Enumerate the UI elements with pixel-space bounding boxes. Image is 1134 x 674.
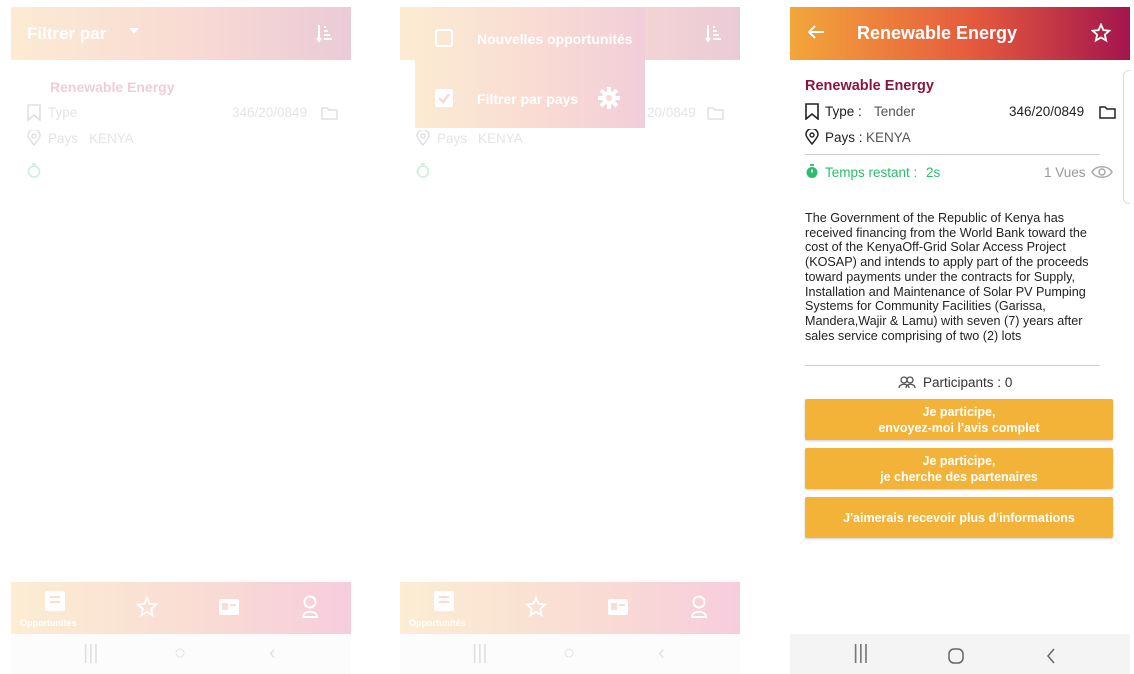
filter-by-dropdown[interactable]: Filtrer par [27,24,106,44]
opportunity-description: The Government of the Republic of Kenya … [805,211,1089,343]
home-icon[interactable]: ○ [174,642,186,665]
star-icon[interactable] [525,596,547,618]
menu-item-new-opportunities[interactable]: Nouvelles opportunités [477,31,633,47]
button-line: je cherche des partenaires [880,469,1038,484]
type-label: Type : [825,104,862,119]
type-label: Type [48,105,78,120]
nav-opportunities-label[interactable]: Opportunités [20,618,77,628]
participants-label: Participants : 0 [923,375,1013,390]
opportunity-title[interactable]: Renewable Energy [50,79,175,95]
location-pin-icon [805,129,819,145]
back-icon[interactable]: ‹ [658,642,665,665]
type-value: Tender [874,104,916,119]
more-information-button[interactable]: J'aimerais recevoir plus d'informations [805,497,1113,538]
reference-number-partial: 20/0849 [647,105,696,120]
checkbox-icon[interactable] [435,29,453,47]
profile-icon[interactable] [690,595,708,619]
opportunities-icon[interactable] [44,590,66,612]
bottom-navigation: Opportunités [400,582,740,634]
filter-menu: Nouvelles opportunités Filtrer par pays [415,7,645,128]
button-line: J'aimerais recevoir plus d'informations [843,510,1075,525]
divider [805,365,1100,366]
back-icon[interactable]: ‹ [269,642,276,665]
participate-send-notice-button[interactable]: Je participe, envoyez-moi l'avis complet [805,399,1113,440]
bottom-navigation: Opportunités [11,582,351,634]
timer-icon [27,163,41,178]
menu-item-filter-country[interactable]: Filtrer par pays [477,91,578,107]
participants-icon [898,376,916,389]
folder-icon[interactable] [1099,105,1116,119]
country-value: KENYA [866,130,911,145]
gear-icon[interactable] [597,86,621,110]
views-count: 1 Vues [1044,165,1086,180]
screen-opportunity-detail: Renewable Energy Renewable Energy Type :… [790,0,1130,674]
checkbox-checked-icon[interactable] [435,89,453,107]
back-icon[interactable] [1046,648,1056,664]
button-line: Je participe, [922,404,996,419]
id-card-icon[interactable] [607,598,629,616]
divider [805,154,1100,155]
app-bar: Filtrer par [11,7,351,60]
timer-icon [805,164,819,179]
sort-icon[interactable] [705,23,721,43]
recent-apps-icon[interactable]: ||| [472,642,488,665]
eye-icon [1091,165,1113,179]
country-label: Pays [437,131,468,146]
nav-opportunities-label[interactable]: Opportunités [409,618,466,628]
folder-icon[interactable] [321,106,338,120]
timer-icon [416,163,430,178]
participate-find-partners-button[interactable]: Je participe, je cherche des partenaires [805,448,1113,489]
button-line: Je participe, [922,453,996,468]
folder-icon[interactable] [707,106,724,120]
button-line: envoyez-moi l'avis complet [878,420,1040,435]
screen-list-filter: Filtrer par Renewable Energy Type 346/20… [11,0,351,674]
favorite-star-icon[interactable] [1091,23,1111,43]
location-pin-icon [27,130,41,146]
opportunities-icon[interactable] [433,590,455,612]
id-card-icon[interactable] [218,598,240,616]
home-icon[interactable] [948,648,964,664]
profile-icon[interactable] [301,595,319,619]
participants-count: 0 [1004,375,1013,390]
dropdown-arrow-icon[interactable] [129,27,139,35]
side-handle[interactable] [1123,70,1130,204]
location-pin-icon [416,130,430,146]
time-left-label: Temps restant : [825,165,918,180]
screen-filter-menu: Nouvelles opportunités Filtrer par pays … [400,0,740,674]
country-value: KENYA [478,131,523,146]
system-nav-bar: ||| ○ ‹ [11,634,351,674]
back-arrow-icon[interactable] [807,24,825,40]
system-nav-bar: ||| [790,634,1130,674]
system-nav-bar: ||| ○ ‹ [400,634,740,674]
recent-apps-icon[interactable]: ||| [853,642,869,665]
reference-number: 346/20/0849 [1009,104,1085,119]
bookmark-icon [27,104,41,121]
star-icon[interactable] [136,596,158,618]
country-label: Pays : [825,130,863,145]
bookmark-icon [805,103,819,120]
reference-number: 346/20/0849 [232,105,308,120]
country-label: Pays [48,131,79,146]
page-title: Renewable Energy [857,23,1018,43]
home-icon[interactable]: ○ [563,642,575,665]
opportunity-title: Renewable Energy [805,78,934,94]
recent-apps-icon[interactable]: ||| [83,642,99,665]
app-bar: Renewable Energy [790,7,1130,60]
time-left-value: 2s [926,165,941,180]
country-value: KENYA [89,131,134,146]
sort-icon[interactable] [316,23,332,43]
